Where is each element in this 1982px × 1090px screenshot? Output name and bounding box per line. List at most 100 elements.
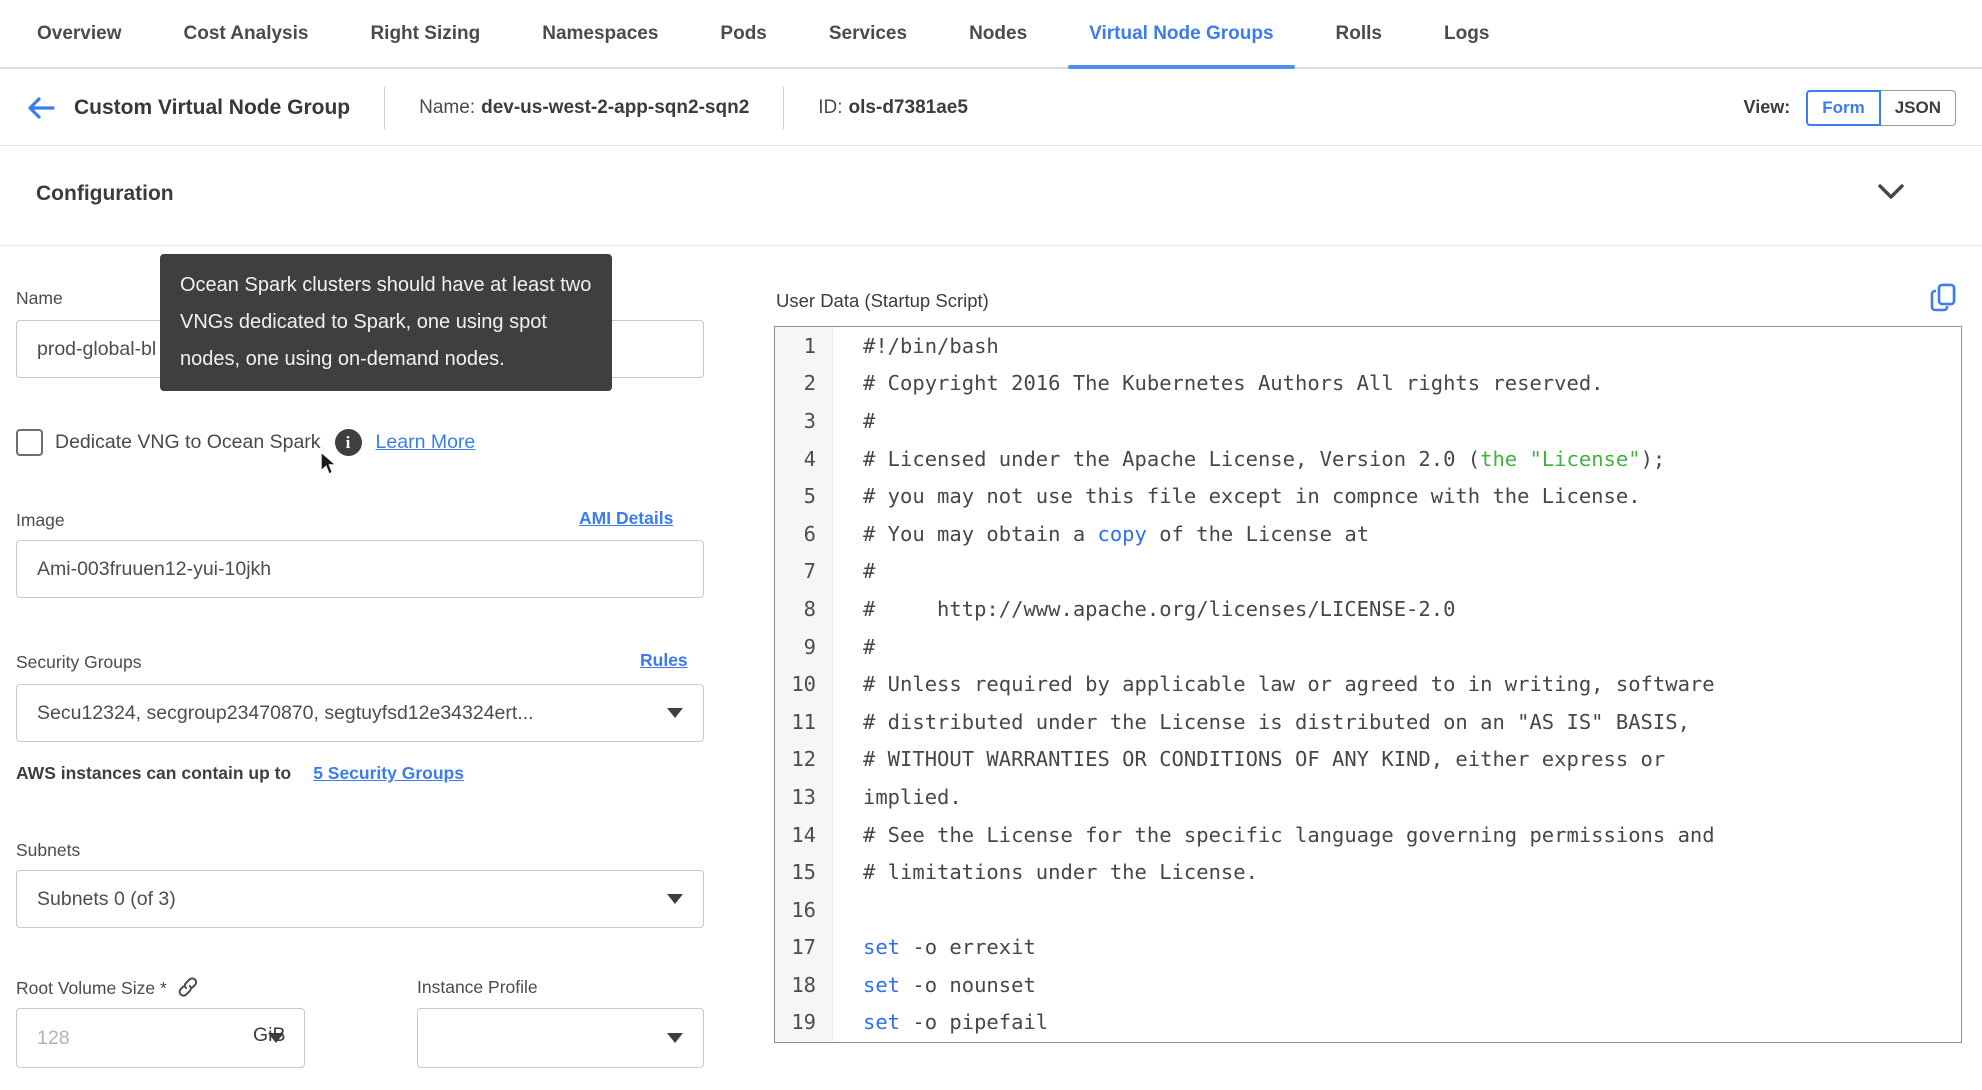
line-content: # See the License for the specific langu…	[863, 822, 1715, 847]
view-toggle-group: View: Form JSON	[1743, 89, 1956, 126]
code-line: 17 set -o errexit	[775, 928, 1961, 967]
divider	[384, 86, 386, 129]
user-data-code-editor[interactable]: 1 #!/bin/bash 2 # Copyright 2016 The Kubern…	[774, 326, 1962, 1043]
root-volume-size-placeholder: 128	[37, 1026, 70, 1049]
security-groups-hint-text: AWS instances can contain up to	[16, 763, 292, 783]
five-security-groups-link[interactable]: 5 Security Groups	[313, 763, 464, 784]
tab-nodes[interactable]: Nodes	[938, 0, 1058, 67]
view-label: View:	[1743, 97, 1791, 117]
code-line: 10 # Unless required by applicable law or…	[775, 665, 1961, 703]
subnets-value: Subnets 0 (of 3)	[37, 887, 176, 910]
security-groups-value: Secu12324, secgroup23470870, segtuyfsd12…	[37, 701, 534, 724]
line-number: 18	[775, 966, 833, 1004]
line-content: # WITHOUT WARRANTIES OR CONDITIONS OF AN…	[863, 747, 1666, 772]
security-groups-select[interactable]: Secu12324, secgroup23470870, segtuyfsd12…	[16, 684, 704, 742]
code-line: 8 # http://www.apache.org/licenses/LICENS…	[775, 590, 1961, 628]
subnets-select[interactable]: Subnets 0 (of 3)	[16, 870, 704, 928]
code-line: 2 # Copyright 2016 The Kubernetes Authors…	[775, 364, 1961, 403]
line-number: 19	[775, 1003, 833, 1042]
json-view-button[interactable]: JSON	[1880, 89, 1956, 126]
user-data-title: User Data (Startup Script)	[776, 290, 989, 311]
code-line: 3 #	[775, 402, 1961, 440]
line-content: #	[863, 634, 876, 659]
line-content: # You may obtain a copy of the License a…	[863, 521, 1370, 546]
name-label: Name	[16, 288, 63, 308]
line-content: set -o pipefail	[863, 1010, 1049, 1035]
image-input[interactable]: Ami-003fruuen12-yui-10jkh	[16, 540, 704, 598]
line-content: # limitations under the License.	[863, 860, 1258, 885]
dedicate-vng-row: Dedicate VNG to Ocean Spark i Learn More	[16, 429, 476, 475]
code-line: 14 # See the License for the specific lan…	[775, 815, 1961, 854]
code-line: 15 # limitations under the License.	[775, 853, 1961, 891]
code-line: 9 #	[775, 627, 1961, 666]
line-content: # distributed under the License is distr…	[863, 709, 1690, 734]
security-groups-hint: AWS instances can contain up to 5 Securi…	[16, 763, 464, 784]
dedicate-checkbox[interactable]	[16, 429, 43, 456]
image-label: Image	[16, 510, 65, 530]
code-line: 12 # WITHOUT WARRANTIES OR CONDITIONS OF …	[775, 740, 1961, 779]
tab-namespaces[interactable]: Namespaces	[511, 0, 689, 67]
subnets-label: Subnets	[16, 840, 81, 860]
tab-virtual-node-groups[interactable]: Virtual Node Groups	[1058, 0, 1304, 69]
code-line: 5 # you may not use this file except in c…	[775, 477, 1961, 515]
configuration-title: Configuration	[36, 182, 174, 205]
line-content: #	[863, 559, 876, 584]
line-content: set -o nounset	[863, 972, 1036, 997]
line-content: set -o errexit	[863, 935, 1036, 960]
line-number: 2	[775, 364, 833, 403]
learn-more-link[interactable]: Learn More	[376, 431, 476, 454]
form-view-button[interactable]: Form	[1806, 89, 1881, 126]
line-content: # Licensed under the Apache License, Ver…	[863, 446, 1666, 471]
code-line: 11 # distributed under the License is dis…	[775, 702, 1961, 741]
vng-name-label: Name:	[419, 96, 476, 118]
caret-down-icon	[667, 708, 683, 718]
rules-link[interactable]: Rules	[640, 650, 688, 671]
line-number: 10	[775, 665, 833, 703]
view-segmented-control: Form JSON	[1806, 89, 1956, 126]
line-number: 15	[775, 853, 833, 891]
back-arrow-icon[interactable]	[26, 93, 60, 123]
code-line: 6 # You may obtain a copy of the License …	[775, 514, 1961, 553]
caret-down-icon	[667, 1033, 683, 1043]
line-number: 6	[775, 514, 833, 553]
ocean-spark-tooltip: Ocean Spark clusters should have at leas…	[160, 254, 612, 391]
tab-logs[interactable]: Logs	[1413, 0, 1520, 67]
tab-right-sizing[interactable]: Right Sizing	[339, 0, 511, 67]
line-content: #	[863, 408, 876, 433]
security-groups-label: Security Groups	[16, 652, 142, 672]
line-content: implied.	[863, 784, 962, 809]
caret-down-icon	[667, 894, 683, 904]
tab-rolls[interactable]: Rolls	[1305, 0, 1413, 67]
line-content: # you may not use this file except in co…	[863, 484, 1641, 509]
tab-cost-analysis[interactable]: Cost Analysis	[153, 0, 340, 67]
code-line: 18 set -o nounset	[775, 966, 1961, 1004]
root-volume-size-label-text: Root Volume Size *	[16, 978, 167, 998]
page-title: Custom Virtual Node Group	[74, 95, 351, 119]
line-number: 8	[775, 590, 833, 628]
code-line: 7 #	[775, 552, 1961, 591]
vng-id: ID: ols-d7381ae5	[818, 97, 968, 119]
code-line: 19 set -o pipefail	[775, 1003, 1961, 1042]
gib-unit-label: GiB	[253, 1024, 286, 1046]
tooltip-text: Ocean Spark clusters should have at leas…	[180, 274, 592, 370]
virtual-node-group-page: Overview Cost Analysis Right Sizing Name…	[0, 0, 1982, 1090]
tab-pods[interactable]: Pods	[689, 0, 797, 67]
ami-details-link[interactable]: AMI Details	[579, 508, 673, 529]
code-line: 4 # Licensed under the Apache License, Ve…	[775, 439, 1961, 478]
line-number: 14	[775, 815, 833, 854]
line-content: # Copyright 2016 The Kubernetes Authors …	[863, 371, 1604, 396]
copy-icon[interactable]	[1930, 283, 1958, 318]
line-number: 16	[775, 890, 833, 929]
tab-overview[interactable]: Overview	[6, 0, 153, 67]
page-header: Custom Virtual Node Group Name: dev-us-we…	[0, 70, 1982, 146]
line-content: # Unless required by applicable law or a…	[863, 672, 1715, 697]
tab-services[interactable]: Services	[798, 0, 938, 67]
vng-name-value: dev-us-west-2-app-sqn2-sqn2	[481, 96, 750, 118]
line-number: 17	[775, 928, 833, 967]
mouse-cursor-icon	[319, 450, 343, 482]
line-number: 13	[775, 778, 833, 816]
vng-id-value: ols-d7381ae5	[848, 96, 968, 118]
chevron-down-icon[interactable]	[1878, 184, 1904, 205]
instance-profile-select[interactable]	[417, 1008, 704, 1068]
top-tab-bar: Overview Cost Analysis Right Sizing Name…	[0, 0, 1982, 69]
